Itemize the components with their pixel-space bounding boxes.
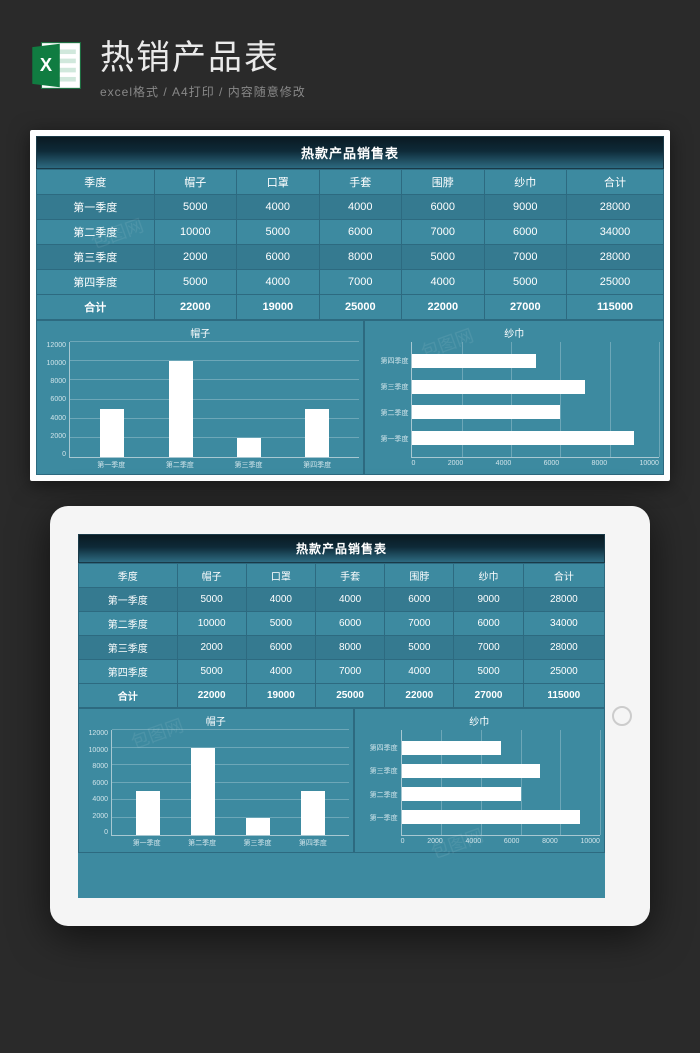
- charts-row: 帽子 020004000600080001000012000 第一季度第二季度第…: [78, 708, 605, 853]
- table-header-cell: 围脖: [385, 564, 454, 588]
- chart-title: 帽子: [41, 325, 359, 340]
- table-header-cell: 季度: [79, 564, 178, 588]
- chart-title: 纱巾: [359, 713, 600, 728]
- y-labels: 第四季度第三季度第二季度第一季度: [369, 342, 411, 472]
- table-header-cell: 手套: [315, 564, 384, 588]
- vertical-bar-chart: 020004000600080001000012000 第一季度第二季度第三季度…: [41, 342, 359, 472]
- bar: [136, 791, 160, 835]
- data-table: 季度帽子口罩手套围脖纱巾合计 第一季度500040004000600090002…: [78, 563, 605, 708]
- horizontal-bar-chart: 第四季度第三季度第二季度第一季度 0200040006000800010000: [369, 342, 659, 472]
- chart-scarves: 纱巾 第四季度第三季度第二季度第一季度 02000400060008000100…: [364, 320, 664, 475]
- y-axis: 020004000600080001000012000: [83, 730, 111, 836]
- bar: [402, 787, 521, 801]
- bar: [402, 810, 581, 824]
- table-row: 第一季度5000400040006000900028000: [37, 195, 664, 220]
- sheet-title: 热款产品销售表: [78, 534, 605, 563]
- page-subtitle: excel格式 / A4打印 / 内容随意修改: [100, 83, 670, 100]
- bar: [301, 791, 325, 835]
- svg-text:X: X: [40, 54, 53, 75]
- bar: [412, 405, 560, 419]
- bar: [412, 380, 585, 394]
- chart-hats: 帽子 020004000600080001000012000 第一季度第二季度第…: [78, 708, 354, 853]
- table-row: 第四季度5000400070004000500025000: [79, 660, 605, 684]
- plot-area: [411, 342, 659, 458]
- plot-area: [401, 730, 600, 836]
- table-row: 第二季度10000500060007000600034000: [79, 612, 605, 636]
- table-header-cell: 口罩: [237, 170, 320, 195]
- plot-area: [111, 730, 349, 836]
- x-axis: 第一季度第二季度第三季度第四季度: [69, 458, 359, 472]
- table-header-cell: 帽子: [177, 564, 246, 588]
- vertical-bar-chart: 020004000600080001000012000 第一季度第二季度第三季度…: [83, 730, 349, 850]
- table-total-row: 合计2200019000250002200027000115000: [37, 295, 664, 320]
- horizontal-bar-chart: 第四季度第三季度第二季度第一季度 0200040006000800010000: [359, 730, 600, 850]
- bar: [402, 741, 501, 755]
- table-row: 第一季度5000400040006000900028000: [79, 588, 605, 612]
- tablet-preview: 热款产品销售表 季度帽子口罩手套围脖纱巾合计 第一季度5000400040006…: [50, 506, 650, 926]
- table-row: 第三季度2000600080005000700028000: [37, 245, 664, 270]
- excel-icon: X: [30, 38, 85, 93]
- data-table: 季度帽子口罩手套围脖纱巾合计 第一季度500040004000600090002…: [36, 169, 664, 320]
- chart-hats: 帽子 020004000600080001000012000 第一季度第二季度第…: [36, 320, 364, 475]
- table-header-cell: 纱巾: [484, 170, 567, 195]
- chart-title: 纱巾: [369, 325, 659, 340]
- table-row: 第二季度10000500060007000600034000: [37, 220, 664, 245]
- bar: [191, 748, 215, 836]
- table-header-cell: 口罩: [246, 564, 315, 588]
- preview-card-large: 热款产品销售表 季度帽子口罩手套围脖纱巾合计 第一季度5000400040006…: [30, 130, 670, 481]
- bar: [246, 818, 270, 835]
- table-body: 第一季度5000400040006000900028000第二季度1000050…: [37, 195, 664, 320]
- table-header-cell: 季度: [37, 170, 155, 195]
- sheet-title: 热款产品销售表: [36, 136, 664, 169]
- page-title: 热销产品表: [100, 30, 670, 79]
- x-axis: 第一季度第二季度第三季度第四季度: [111, 836, 349, 850]
- table-header-cell: 合计: [567, 170, 664, 195]
- bar: [412, 354, 535, 368]
- table-header-row: 季度帽子口罩手套围脖纱巾合计: [37, 170, 664, 195]
- bar: [305, 409, 329, 457]
- table-header-cell: 合计: [523, 564, 604, 588]
- table-header-cell: 围脖: [402, 170, 485, 195]
- bar: [402, 764, 541, 778]
- charts-row: 帽子 020004000600080001000012000 第一季度第二季度第…: [36, 320, 664, 475]
- chart-scarves: 纱巾 第四季度第三季度第二季度第一季度 02000400060008000100…: [354, 708, 605, 853]
- chart-title: 帽子: [83, 713, 349, 728]
- table-body: 第一季度5000400040006000900028000第二季度1000050…: [79, 588, 605, 708]
- page-header: X 热销产品表 excel格式 / A4打印 / 内容随意修改: [0, 0, 700, 120]
- bar: [237, 438, 261, 457]
- x-axis: 0200040006000800010000: [401, 836, 600, 850]
- table-header-cell: 纱巾: [454, 564, 523, 588]
- table-row: 第四季度5000400070004000500025000: [37, 270, 664, 295]
- table-header-row: 季度帽子口罩手套围脖纱巾合计: [79, 564, 605, 588]
- y-labels: 第四季度第三季度第二季度第一季度: [359, 730, 401, 850]
- bar: [412, 431, 634, 445]
- bar: [169, 361, 193, 457]
- plot-area: [69, 342, 359, 458]
- table-header-cell: 帽子: [154, 170, 237, 195]
- table-total-row: 合计2200019000250002200027000115000: [79, 684, 605, 708]
- table-row: 第三季度2000600080005000700028000: [79, 636, 605, 660]
- y-axis: 020004000600080001000012000: [41, 342, 69, 458]
- bar: [100, 409, 124, 457]
- table-header-cell: 手套: [319, 170, 402, 195]
- x-axis: 0200040006000800010000: [411, 458, 659, 472]
